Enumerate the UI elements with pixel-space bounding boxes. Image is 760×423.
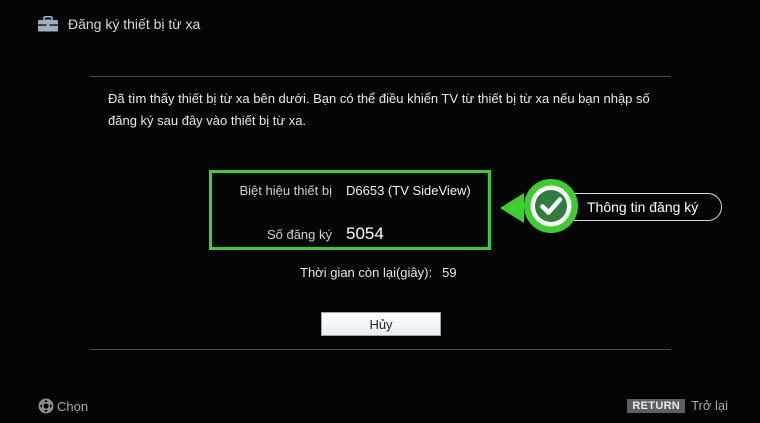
dpad-icon — [38, 398, 54, 414]
toolbox-icon — [38, 16, 58, 32]
screen-header: Đăng ký thiết bị từ xa — [38, 12, 200, 36]
time-remaining-value: 59 — [442, 265, 457, 280]
cancel-button[interactable]: Hủy — [321, 312, 441, 336]
page-title: Đăng ký thiết bị từ xa — [68, 16, 201, 32]
footer-select-hint: Chọn — [38, 398, 88, 414]
check-circle-icon — [524, 179, 578, 233]
callout-text: Thông tin đăng ký — [587, 199, 699, 215]
top-divider — [90, 76, 671, 77]
registration-code-row: Số đăng ký 5054 — [212, 224, 384, 244]
device-nickname-row: Biệt hiệu thiết bị D6653 (TV SideView) — [212, 183, 471, 198]
return-key-badge[interactable]: RETURN — [627, 398, 686, 413]
device-nickname-value: D6653 (TV SideView) — [346, 183, 471, 198]
time-remaining-label: Thời gian còn lại(giây): — [300, 265, 433, 280]
callout-pointer — [500, 193, 524, 223]
registration-info-box: Biệt hiệu thiết bị D6653 (TV SideView) S… — [209, 170, 491, 250]
registration-info-callout: Thông tin đăng ký — [500, 178, 726, 238]
instruction-message: Đã tìm thấy thiết bị từ xa bên dưới. Bạn… — [108, 91, 650, 128]
footer-return-hint: RETURN Trở lại — [627, 398, 728, 413]
registration-code-label: Số đăng ký — [266, 227, 332, 242]
bottom-divider — [90, 349, 671, 350]
time-remaining: Thời gian còn lại(giây): 59 — [300, 265, 457, 280]
select-label: Chọn — [57, 398, 89, 414]
back-label: Trở lại — [691, 398, 728, 413]
device-nickname-label: Biệt hiệu thiết bị — [239, 183, 332, 198]
registration-code-value: 5054 — [346, 224, 384, 243]
